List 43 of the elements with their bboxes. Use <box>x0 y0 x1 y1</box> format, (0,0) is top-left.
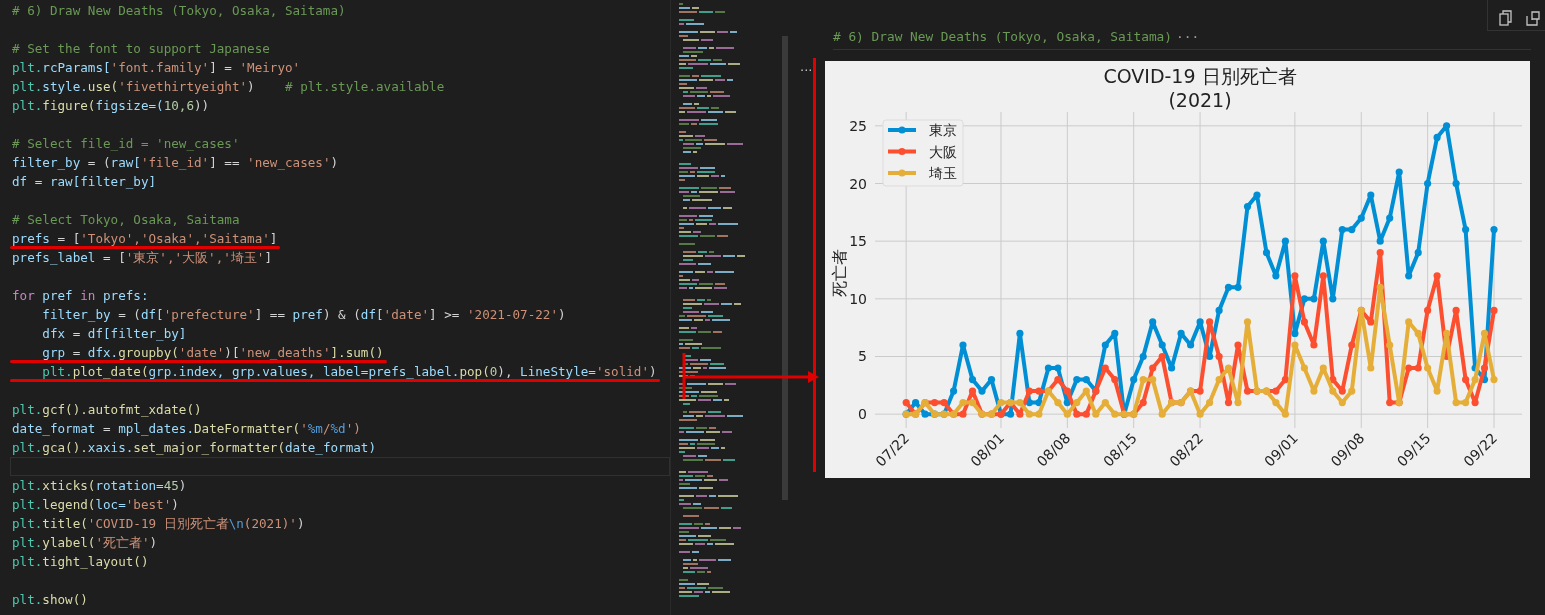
code-line: plt.figure(figsize=(10,6)) <box>12 97 210 115</box>
scrollbar-thumb[interactable] <box>782 36 788 500</box>
code-line: plt.legend(loc='best') <box>12 496 179 514</box>
code-line: plt.xticks(rotation=45) <box>12 477 187 495</box>
code-line: # Select file_id = 'new_cases' <box>12 135 240 153</box>
code-line: plt.ylabel('死亡者') <box>12 534 158 552</box>
chart-title: (2021) <box>1168 89 1232 111</box>
code-line: plt.plot_date(grp.index, grp.values, label=prefs_label.pop(0), LineStyle='solid') <box>41 363 657 381</box>
code-line: filter_by = (raw['file_id'] == 'new_cases') <box>12 154 339 172</box>
y-axis-label: 死亡者 <box>830 249 849 297</box>
copy-icon[interactable] <box>1499 10 1513 26</box>
code-line: for pref in prefs: <box>12 287 149 305</box>
code-line: dfx = df[filter_by] <box>41 325 187 343</box>
legend-label: 埼玉 <box>929 165 957 181</box>
code-line: filter_by = (df['prefecture'] == pref) & (df['date'] >= '2021-07-22') <box>41 306 566 324</box>
code-line: grp = dfx.groupby('date')['new_deaths'].sum() <box>41 344 384 362</box>
chart-title: COVID-19 日別死亡者 <box>1103 65 1297 87</box>
output-menu-button[interactable]: ··· <box>800 63 813 78</box>
code-line: plt.gca().xaxis.set_major_formatter(date_format) <box>12 439 376 457</box>
y-tick-label: 0 <box>858 406 867 423</box>
code-line: date_format = mpl_dates.DateFormatter('%m/%d') <box>12 420 361 438</box>
y-tick-label: 10 <box>849 290 867 307</box>
code-line: plt.tight_layout() <box>12 553 149 571</box>
y-tick-label: 25 <box>849 117 867 134</box>
code-line: # Select Tokyo, Osaka, Saitama <box>12 211 240 229</box>
code-line: plt.rcParams['font.family'] = 'Meiryo' <box>12 59 301 77</box>
y-tick-label: 5 <box>858 348 867 365</box>
y-tick-label: 20 <box>849 175 867 192</box>
code-line: # 6) Draw New Deaths (Tokyo, Osaka, Saitama) <box>12 2 346 20</box>
cell-title[interactable]: # 6) Draw New Deaths (Tokyo, Osaka, Saitama) <box>833 28 1172 44</box>
legend-label: 大阪 <box>929 143 957 160</box>
code-line: plt.gcf().autofmt_xdate() <box>12 401 202 419</box>
export-icon[interactable] <box>1525 10 1541 26</box>
code-line: # Set the font to support Japanese <box>12 40 270 58</box>
code-line: plt.style.use('fivethirtyeight') # plt.style.available <box>12 78 445 96</box>
y-tick-label: 15 <box>849 233 867 250</box>
more-button[interactable]: ··· <box>1176 28 1200 44</box>
legend-label: 東京 <box>929 122 957 138</box>
code-line: prefs = ['Tokyo','Osaka','Saitama'] <box>12 230 278 248</box>
code-line: df = raw[filter_by] <box>12 173 157 191</box>
code-line: plt.show() <box>12 591 88 609</box>
code-line: prefs_label = ['東京','大阪','埼玉'] <box>12 249 272 267</box>
code-line: plt.title('COVID-19 日別死亡者\n(2021)') <box>12 515 305 533</box>
